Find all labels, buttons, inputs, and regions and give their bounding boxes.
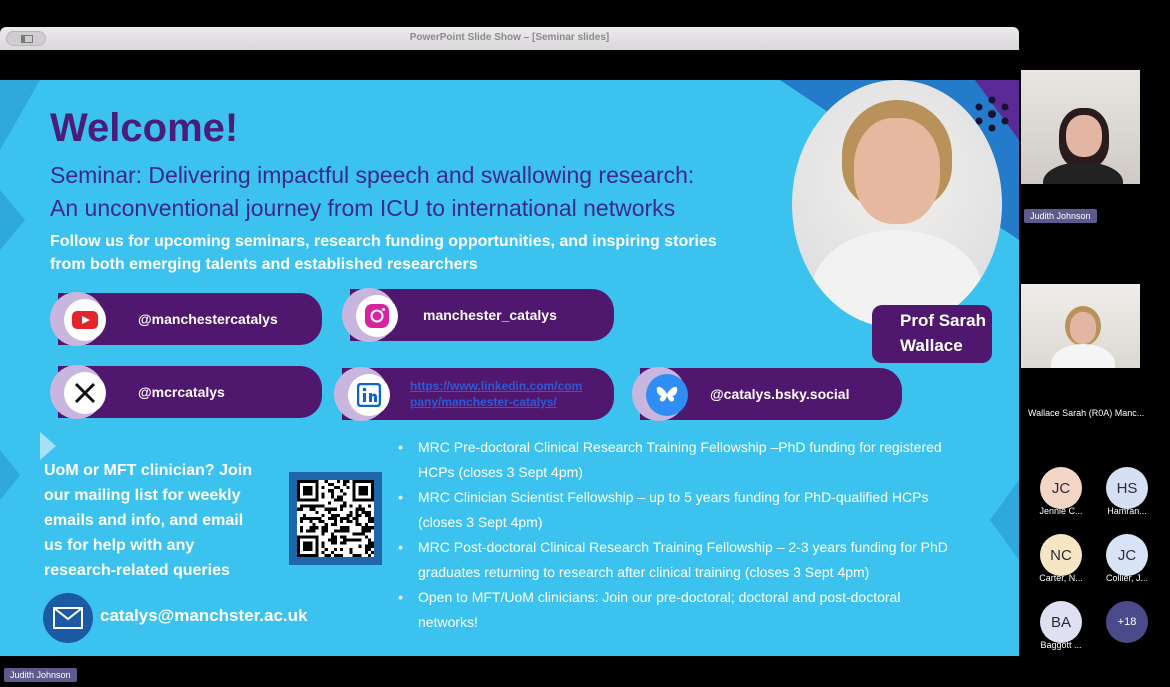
bluesky-pill[interactable]: @catalys.bsky.social (632, 367, 902, 421)
contact-email[interactable]: catalys@manchster.ac.uk (100, 606, 307, 626)
list-item: Open to MFT/UoM clinicians: Join our pre… (398, 585, 1010, 635)
email-icon (43, 593, 93, 643)
avatar[interactable]: BA (1040, 601, 1082, 643)
instagram-icon (356, 295, 398, 337)
avatar[interactable]: JC (1106, 534, 1148, 576)
avatar[interactable]: JC (1040, 467, 1082, 509)
linkedin-link[interactable]: https://www.linkedin.com/com pany/manche… (410, 378, 582, 410)
seminar-title-line2: An unconventional journey from ICU to in… (50, 195, 676, 221)
mailing-line: emails and info, and email (44, 512, 244, 529)
x-pill[interactable]: @mcrcatalys (50, 365, 322, 419)
participant-video-wallace[interactable] (1021, 284, 1140, 368)
slide: Welcome! Seminar: Delivering impactful s… (0, 80, 1019, 656)
follow-text-line1: Follow us for upcoming seminars, researc… (50, 233, 717, 250)
participant-name-badge: Judith Johnson (1024, 209, 1097, 223)
avatar-name: Carter, N... (1039, 573, 1083, 583)
slide-welcome-heading: Welcome! (50, 106, 239, 150)
bottom-name-badge: Judith Johnson (4, 668, 77, 682)
seminar-title-line1: Seminar: Delivering impactful speech and… (50, 162, 695, 188)
qr-code (289, 472, 382, 565)
avatar[interactable]: NC (1040, 534, 1082, 576)
speaker-name-line1: Prof Sarah (900, 311, 986, 330)
window-title: PowerPoint Slide Show – [Seminar slides] (409, 32, 610, 43)
list-item: MRC Clinician Scientist Fellowship – up … (398, 485, 1010, 535)
avatar-name: Collier, J... (1105, 573, 1148, 583)
follow-text-line2: from both emerging talents and establish… (50, 256, 478, 273)
x-logo-icon (64, 372, 106, 414)
qr-code-icon (297, 480, 374, 557)
follow-text: Follow us for upcoming seminars, researc… (50, 230, 800, 276)
youtube-pill[interactable]: @manchestercatalys (50, 292, 322, 346)
speaker-photo (792, 80, 1002, 328)
more-participants-button[interactable]: +18 (1106, 601, 1148, 643)
instagram-pill[interactable]: manchester_catalys (342, 288, 614, 342)
instagram-handle: manchester_catalys (423, 307, 557, 323)
linkedin-link-line2: pany/manchester-catalys/ (410, 395, 557, 409)
mailing-list-text: UoM or MFT clinician? Join our mailing l… (44, 458, 284, 583)
window-titlebar: PowerPoint Slide Show – [Seminar slides] (0, 27, 1019, 50)
list-item: MRC Pre-doctoral Clinical Research Train… (398, 435, 1010, 485)
meeting-window: PowerPoint Slide Show – [Seminar slides]… (0, 0, 1170, 687)
speaker-name-tag: Prof Sarah Wallace (872, 305, 992, 363)
x-handle: @mcrcatalys (138, 384, 225, 400)
seminar-title: Seminar: Delivering impactful speech and… (50, 159, 790, 225)
linkedin-pill[interactable]: https://www.linkedin.com/com pany/manche… (334, 367, 614, 421)
avatar-name: Jennie C... (1039, 506, 1083, 516)
list-item: MRC Post-doctoral Clinical Research Trai… (398, 535, 1010, 585)
participant-name-label: Wallace Sarah (R0A) Manc... (1028, 408, 1145, 418)
participant-video-judith[interactable] (1021, 70, 1140, 184)
mailing-line: research-related queries (44, 562, 230, 579)
bluesky-icon (646, 374, 688, 416)
youtube-icon (64, 299, 106, 341)
linkedin-icon (348, 374, 390, 416)
fellowship-list: MRC Pre-doctoral Clinical Research Train… (398, 435, 1010, 635)
mailing-line: UoM or MFT clinician? Join (44, 462, 252, 479)
mailing-line: us for help with any (44, 537, 195, 554)
speaker-name-line2: Wallace (900, 336, 963, 355)
mailing-line: our mailing list for weekly (44, 487, 241, 504)
avatar-name: Hamran... (1107, 506, 1147, 516)
avatar[interactable]: HS (1106, 467, 1148, 509)
youtube-handle: @manchestercatalys (138, 311, 278, 327)
bluesky-handle: @catalys.bsky.social (710, 386, 850, 402)
avatar-name: Baggott ... (1040, 640, 1082, 650)
linkedin-link-line1: https://www.linkedin.com/com (410, 379, 583, 393)
